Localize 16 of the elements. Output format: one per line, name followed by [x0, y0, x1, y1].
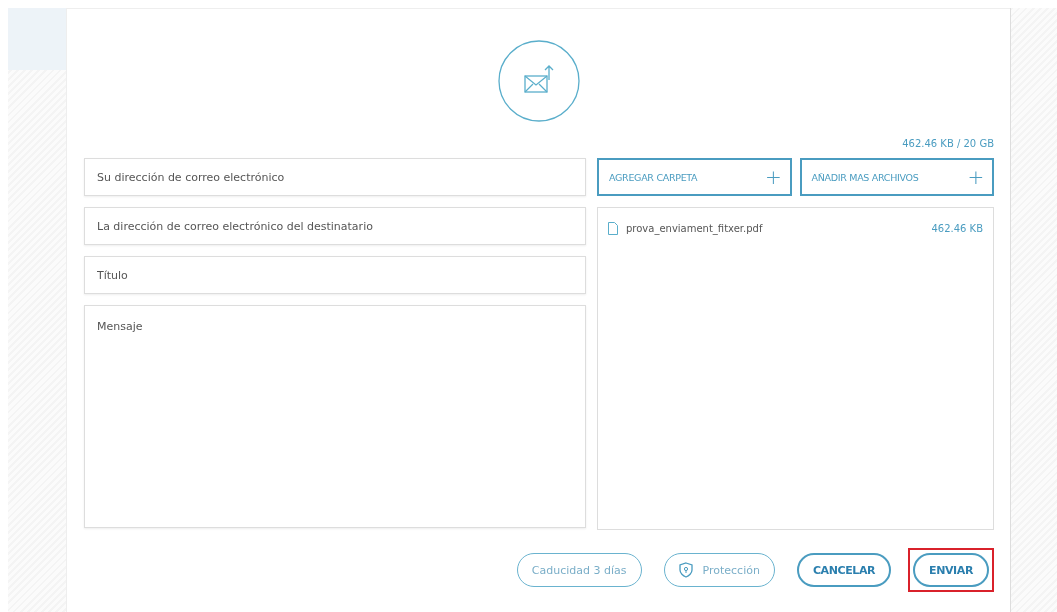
action-button[interactable]: Protección [663, 553, 775, 587]
file-name: prova_enviament_fitxer.pdf [626, 223, 763, 234]
file-size: 462.46 KB [931, 223, 983, 234]
message-field[interactable]: Mensaje [84, 305, 586, 528]
shield-icon [678, 562, 693, 578]
action-button[interactable]: CANCELAR [796, 553, 892, 587]
add-button[interactable]: AÑADIR MAS ARCHIVOS + [799, 158, 994, 196]
action-button[interactable]: ENVIAR [913, 553, 989, 587]
envelope-upload-icon [498, 40, 580, 122]
add-button[interactable]: AGREGAR CARPETA + [597, 158, 792, 196]
input-field[interactable]: Título [84, 256, 586, 294]
input-field[interactable]: La dirección de correo electrónico del destinatario [84, 207, 586, 245]
action-button[interactable]: Caducidad 3 días [516, 553, 642, 587]
storage-usage: 462.46 KB / 20 GB [902, 138, 994, 149]
file-icon [608, 222, 618, 235]
input-field[interactable]: Su dirección de correo electrónico [84, 158, 586, 196]
